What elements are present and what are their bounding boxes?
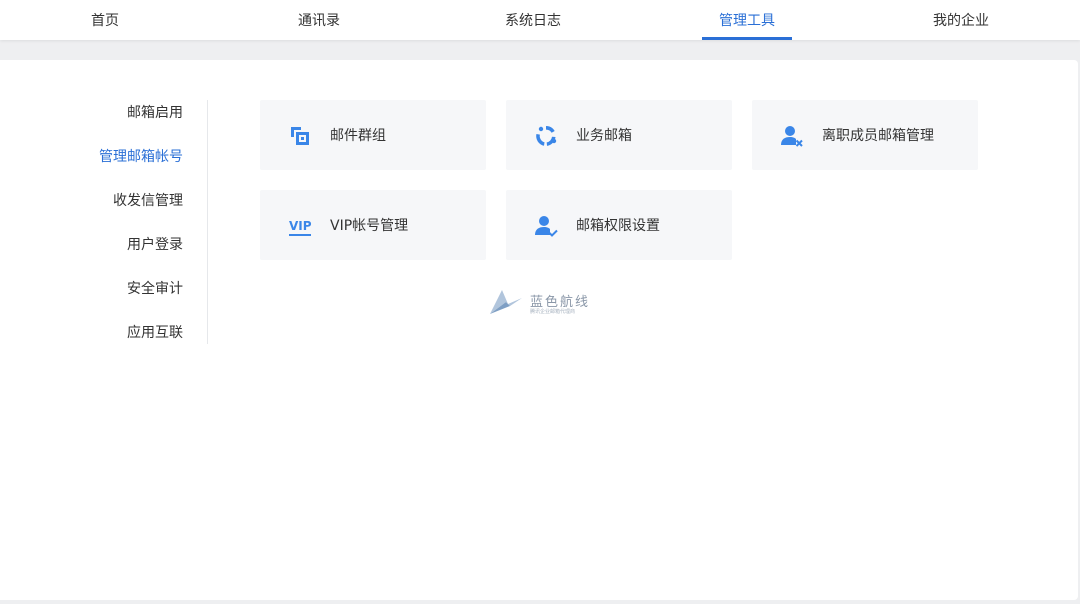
- card-label: 邮件群组: [330, 128, 386, 144]
- group-icon: [288, 124, 312, 148]
- sidebar-item-user-login[interactable]: 用户登录: [127, 232, 183, 256]
- user-remove-icon: [780, 124, 804, 148]
- card-label: VIP帐号管理: [330, 218, 409, 234]
- nav-home-label: 首页: [91, 13, 119, 29]
- sidebar-item-label: 邮箱启用: [127, 105, 183, 121]
- sidebar-item-label: 管理邮箱帐号: [99, 149, 183, 165]
- nav-admin-tools-label: 管理工具: [719, 13, 775, 29]
- card-label: 邮箱权限设置: [576, 218, 660, 234]
- active-tab-indicator: [702, 37, 792, 40]
- nav-system-log-label: 系统日志: [505, 13, 561, 29]
- watermark-logo: 蓝色航线 腾讯企业邮箱代理商: [488, 288, 598, 318]
- card-departed-member-mailbox[interactable]: 离职成员邮箱管理: [752, 100, 978, 170]
- nav-system-log[interactable]: 系统日志: [488, 0, 578, 40]
- business-mailbox-icon: [534, 124, 558, 148]
- main-panel: 邮箱启用 管理邮箱帐号 收发信管理 用户登录 安全审计 应用互联 邮件群组 业务…: [0, 60, 1078, 600]
- card-label: 业务邮箱: [576, 128, 632, 144]
- card-label: 离职成员邮箱管理: [822, 128, 934, 144]
- sidebar-item-security-audit[interactable]: 安全审计: [127, 276, 183, 300]
- vip-icon-text: VIP: [289, 219, 312, 233]
- card-mailbox-permissions[interactable]: 邮箱权限设置: [506, 190, 732, 260]
- nav-contacts-label: 通讯录: [298, 13, 340, 29]
- sidebar-item-mailbox-enable[interactable]: 邮箱启用: [127, 100, 183, 124]
- sidebar: 邮箱启用 管理邮箱帐号 收发信管理 用户登录 安全审计 应用互联: [0, 100, 208, 344]
- sidebar-item-label: 应用互联: [127, 325, 183, 341]
- sidebar-item-app-integration[interactable]: 应用互联: [127, 320, 183, 344]
- nav-admin-tools[interactable]: 管理工具: [702, 0, 792, 40]
- sidebar-item-label: 安全审计: [127, 281, 183, 297]
- card-vip-account[interactable]: VIP VIP帐号管理: [260, 190, 486, 260]
- bottom-strip: [0, 600, 1080, 604]
- sidebar-item-label: 用户登录: [127, 237, 183, 253]
- nav-contacts[interactable]: 通讯录: [274, 0, 364, 40]
- top-navigation: 首页 通讯录 系统日志 管理工具 我的企业: [0, 0, 1080, 40]
- card-mail-group[interactable]: 邮件群组: [260, 100, 486, 170]
- sidebar-item-manage-accounts[interactable]: 管理邮箱帐号: [99, 144, 183, 168]
- nav-home[interactable]: 首页: [60, 0, 150, 40]
- nav-my-enterprise[interactable]: 我的企业: [916, 0, 1006, 40]
- sidebar-item-label: 收发信管理: [113, 193, 183, 209]
- user-check-icon: [534, 214, 558, 238]
- vip-icon: VIP: [288, 214, 312, 238]
- sidebar-item-mail-flow[interactable]: 收发信管理: [113, 188, 183, 212]
- watermark-subtitle: 腾讯企业邮箱代理商: [530, 309, 576, 315]
- card-business-mailbox[interactable]: 业务邮箱: [506, 100, 732, 170]
- nav-my-enterprise-label: 我的企业: [933, 13, 989, 29]
